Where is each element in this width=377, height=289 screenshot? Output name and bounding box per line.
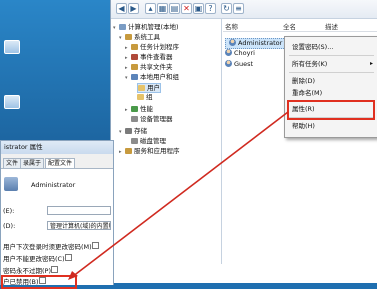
tree-item-computer-management[interactable]: ▾ 计算机管理(本地) bbox=[113, 23, 179, 32]
tree-item-task-scheduler[interactable]: ▸ 任务计划程序 bbox=[125, 43, 179, 52]
tree-item-users[interactable]: 用户 bbox=[137, 83, 161, 93]
scheduler-icon bbox=[131, 44, 138, 50]
chevron-right-icon: ▸ bbox=[369, 60, 373, 67]
checkbox[interactable] bbox=[91, 242, 99, 249]
tree-item-device-manager[interactable]: 设备管理器 bbox=[125, 115, 173, 123]
disk-icon bbox=[131, 138, 138, 144]
tree-item-event-viewer[interactable]: ▸ 事件查看器 bbox=[125, 53, 173, 62]
description-field[interactable]: 管理计算机(域)的内置帐户 bbox=[47, 221, 111, 230]
show-tree-icon[interactable]: ▦ bbox=[157, 3, 168, 14]
fullname-label: (E): bbox=[3, 207, 15, 215]
storage-icon bbox=[125, 128, 132, 134]
tree-item-performance[interactable]: ▸ 性能 bbox=[125, 105, 153, 114]
user-icon bbox=[229, 39, 236, 46]
device-icon bbox=[131, 116, 138, 122]
navigation-tree: ▾ 计算机管理(本地) ▾ 系统工具 ▸ 任务计划程序 ▸ 事件查看器 ▸ 共享文件夹 ▾… bbox=[111, 19, 222, 264]
services-icon bbox=[125, 148, 132, 154]
share-icon bbox=[131, 64, 138, 70]
menu-separator bbox=[289, 72, 374, 73]
checkbox[interactable] bbox=[64, 254, 72, 261]
highlight-box bbox=[1, 275, 77, 289]
forward-icon[interactable]: ▶ bbox=[128, 3, 139, 14]
menu-item-all-tasks[interactable]: 所有任务(K) bbox=[292, 60, 327, 68]
menu-item-rename[interactable]: 重命名(M) bbox=[292, 89, 322, 97]
properties-icon[interactable]: ▣ bbox=[193, 3, 204, 14]
back-icon[interactable]: ◀ bbox=[116, 3, 127, 14]
context-menu: 设置密码(S)... 所有任务(K) ▸ 删除(D) 重命名(M) 属性(R) … bbox=[284, 36, 377, 138]
column-header-name[interactable]: 名称 bbox=[225, 21, 238, 31]
delete-icon[interactable]: ✕ bbox=[181, 3, 192, 14]
tree-item-services-apps[interactable]: ▸ 服务和应用程序 bbox=[119, 147, 180, 156]
folder-icon bbox=[137, 94, 144, 100]
highlight-box bbox=[287, 100, 375, 120]
user-icon bbox=[225, 49, 232, 56]
toolbar: ◀ ▶ ▴ ▦ ▤ ✕ ▣ ? ↻ ≡ bbox=[111, 0, 377, 19]
list-icon[interactable]: ≡ bbox=[233, 3, 244, 14]
list-header: 名称 全名 描述 bbox=[223, 19, 377, 32]
export-icon[interactable]: ▤ bbox=[169, 3, 180, 14]
computer-icon bbox=[119, 24, 126, 30]
help-icon[interactable]: ? bbox=[205, 3, 216, 14]
user-avatar-icon bbox=[4, 177, 18, 191]
column-header-description[interactable]: 描述 bbox=[325, 21, 338, 31]
username-label: Administrator bbox=[31, 181, 76, 189]
fullname-field[interactable] bbox=[47, 206, 111, 215]
menu-item-set-password[interactable]: 设置密码(S)... bbox=[292, 43, 333, 51]
up-icon[interactable]: ▴ bbox=[145, 3, 156, 14]
tree-item-shared-folders[interactable]: ▸ 共享文件夹 bbox=[125, 63, 173, 72]
user-icon bbox=[225, 60, 232, 67]
folder-icon bbox=[138, 85, 145, 91]
list-item[interactable]: Choyri bbox=[225, 49, 255, 58]
dialog-title: istrator 属性 bbox=[1, 141, 113, 154]
tree-item-groups[interactable]: 组 bbox=[137, 93, 153, 101]
tree-item-storage[interactable]: ▾ 存储 bbox=[119, 127, 147, 136]
desktop-icon[interactable] bbox=[4, 40, 20, 54]
properties-dialog: istrator 属性 文件 录属于 配置文件 Administrator (E… bbox=[0, 140, 114, 289]
column-header-fullname[interactable]: 全名 bbox=[283, 21, 296, 31]
refresh-icon[interactable]: ↻ bbox=[221, 3, 232, 14]
event-icon bbox=[131, 54, 138, 60]
option-cannot-change-password[interactable]: 用户不能更改密码(C) bbox=[3, 254, 73, 263]
option-must-change-password[interactable]: 用户下次登录时须更改密码(M) bbox=[3, 242, 100, 251]
tools-icon bbox=[125, 34, 132, 40]
option-password-never-expires[interactable]: 密码永不过期(P) bbox=[3, 266, 59, 275]
checkbox[interactable] bbox=[51, 266, 58, 273]
tree-item-disk-management[interactable]: 磁盘管理 bbox=[125, 137, 166, 145]
list-item[interactable]: Guest bbox=[225, 60, 253, 69]
menu-item-delete[interactable]: 删除(D) bbox=[292, 77, 315, 85]
tree-item-system-tools[interactable]: ▾ 系统工具 bbox=[119, 33, 160, 42]
performance-icon bbox=[131, 106, 138, 112]
description-label: (D): bbox=[3, 222, 16, 230]
menu-separator bbox=[289, 55, 374, 56]
list-item[interactable]: Administrator bbox=[225, 38, 287, 49]
dialog-body: Administrator (E): (D): 管理计算机(域)的内置帐户 用户… bbox=[1, 168, 113, 289]
desktop-icon[interactable] bbox=[4, 95, 20, 109]
users-icon bbox=[131, 74, 138, 80]
tree-item-local-users-groups[interactable]: ▾ 本地用户和组 bbox=[125, 73, 179, 82]
menu-item-help[interactable]: 帮助(H) bbox=[292, 122, 315, 130]
